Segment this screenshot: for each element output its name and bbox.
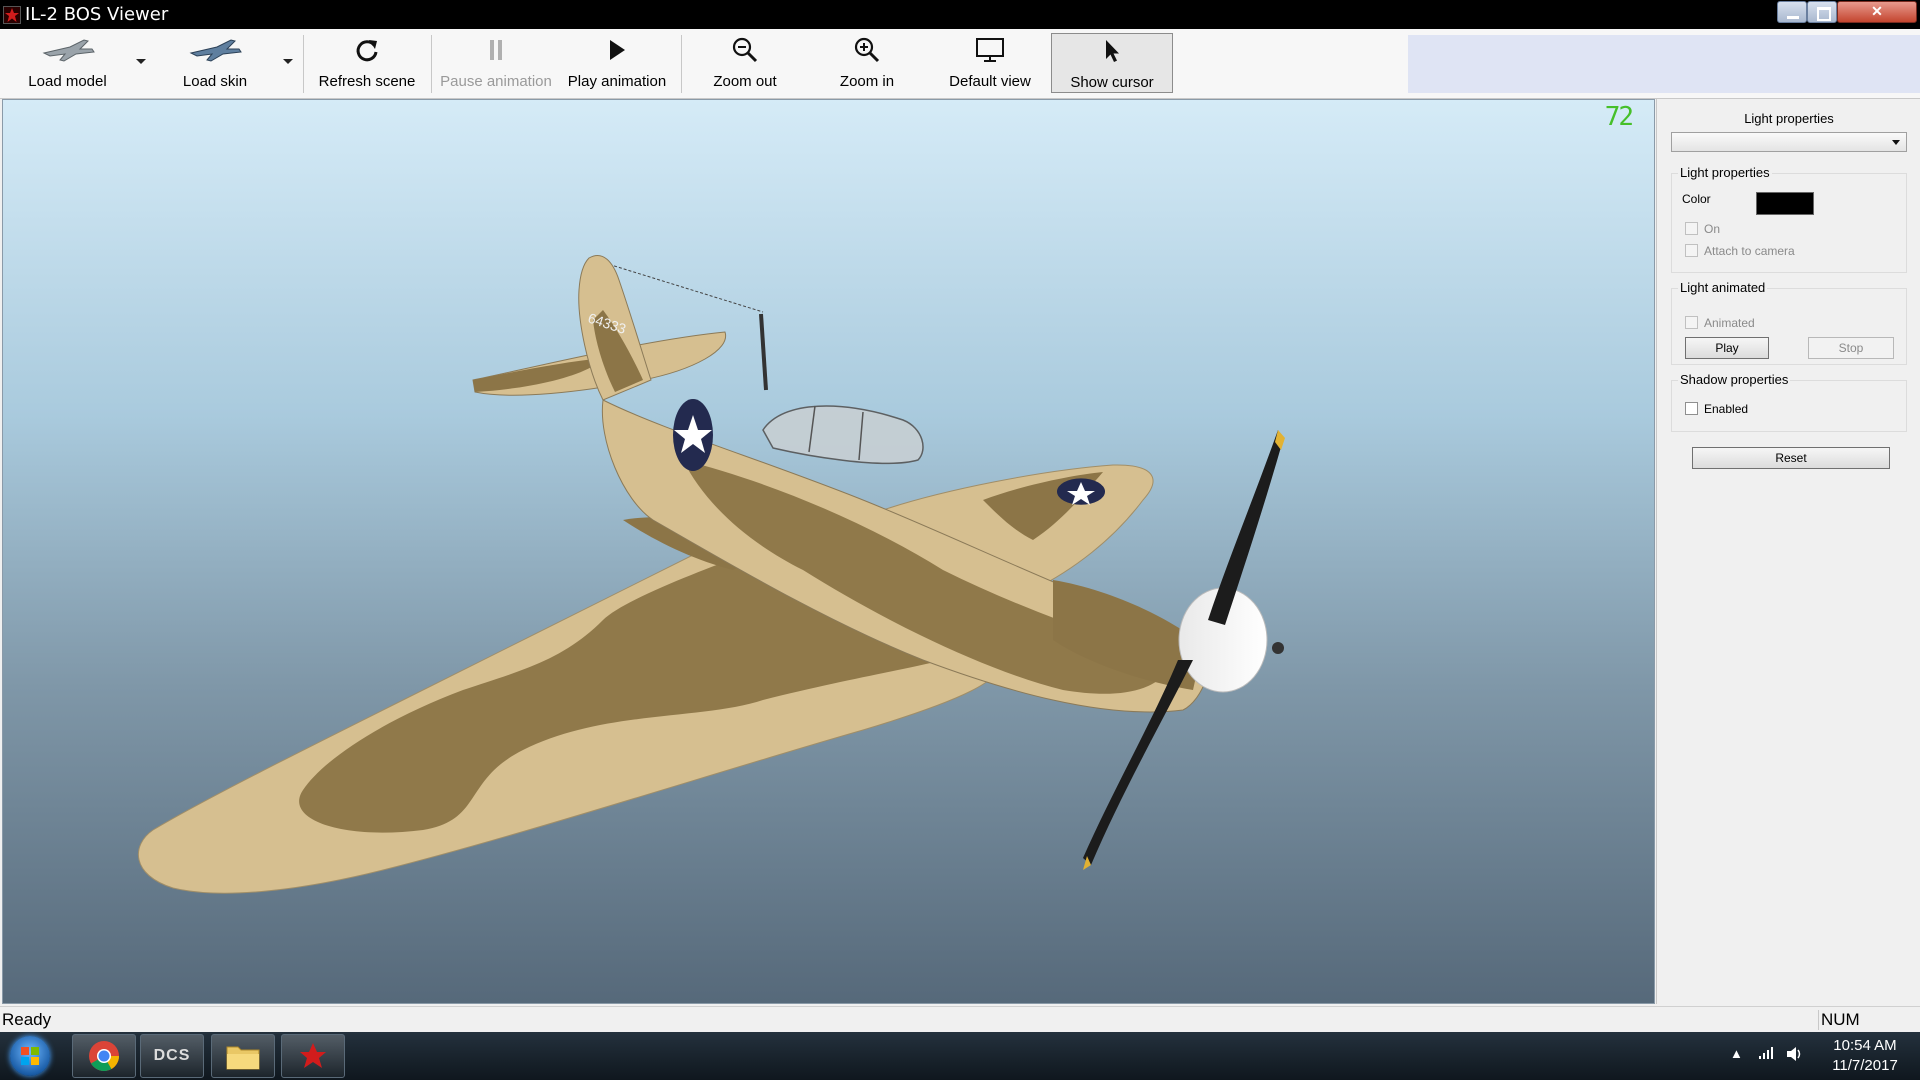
taskbar-explorer[interactable] <box>211 1034 275 1078</box>
pause-icon <box>436 37 556 63</box>
zoom-in-icon <box>816 37 918 63</box>
pause-animation-button[interactable]: Pause animation <box>436 33 556 93</box>
network-icon[interactable] <box>1758 1046 1774 1063</box>
attach-to-camera-checkbox[interactable] <box>1685 244 1698 257</box>
shadow-enabled-label: Enabled <box>1704 402 1749 416</box>
il2-icon <box>300 1043 326 1068</box>
app-icon <box>3 6 21 24</box>
title-bar: IL-2 BOS Viewer ✕ <box>0 0 1920 29</box>
taskbar-il2-viewer[interactable] <box>281 1034 345 1078</box>
load-model-button[interactable]: Load model <box>10 33 125 93</box>
num-lock-indicator: NUM <box>1818 1010 1920 1030</box>
play-animation-button[interactable]: Play animation <box>563 33 671 93</box>
show-cursor-label: Show cursor <box>1070 74 1154 91</box>
taskbar-dcs[interactable]: DCS <box>140 1034 204 1078</box>
dcs-icon: DCS <box>153 1047 191 1064</box>
chrome-icon <box>89 1041 119 1072</box>
maximize-button[interactable] <box>1807 1 1837 23</box>
light-select[interactable] <box>1671 132 1907 152</box>
close-icon: ✕ <box>1871 3 1883 19</box>
antenna-mast <box>759 313 768 391</box>
group-title: Light properties <box>1678 165 1772 180</box>
airplane-skin-icon <box>160 37 270 63</box>
load-model-label: Load model <box>28 73 107 90</box>
color-label: Color <box>1682 192 1711 206</box>
close-button[interactable]: ✕ <box>1837 1 1917 23</box>
taskbar-chrome[interactable] <box>72 1034 136 1078</box>
system-clock[interactable]: 10:54 AM 11/7/2017 <box>1820 1036 1910 1076</box>
show-cursor-button[interactable]: Show cursor <box>1051 33 1173 93</box>
load-model-dropdown-arrow[interactable] <box>136 59 146 64</box>
refresh-icon <box>313 37 421 63</box>
monitor-icon <box>938 37 1042 63</box>
toolbar-separator <box>431 35 432 93</box>
play-animation-label: Play animation <box>567 73 667 90</box>
group-title: Light animated <box>1678 280 1768 295</box>
refresh-scene-button[interactable]: Refresh scene <box>313 33 421 93</box>
zoom-in-label: Zoom in <box>839 73 895 90</box>
load-skin-button[interactable]: Load skin <box>160 33 270 93</box>
toolbar-separator <box>681 35 682 93</box>
folder-icon <box>226 1046 260 1070</box>
shadow-properties-group: Shadow properties Enabled <box>1671 372 1907 432</box>
color-swatch[interactable] <box>1756 192 1814 215</box>
clock-date: 11/7/2017 <box>1832 1057 1898 1074</box>
windows-logo-icon <box>21 1047 39 1065</box>
attach-to-camera-label: Attach to camera <box>1704 244 1795 258</box>
aircraft-model: 64333 <box>138 255 1285 894</box>
load-skin-label: Load skin <box>182 73 248 90</box>
stop-button[interactable]: Stop <box>1808 337 1894 359</box>
zoom-out-icon <box>694 37 796 63</box>
toolbar: Load model Load skin Refresh scene Pause… <box>0 29 1920 99</box>
toolbar-empty-area <box>1408 35 1920 93</box>
status-bar: Ready NUM <box>0 1006 1920 1033</box>
pause-animation-label: Pause animation <box>440 73 552 90</box>
shadow-enabled-checkbox[interactable] <box>1685 402 1698 415</box>
group-title: Shadow properties <box>1678 372 1791 387</box>
canopy <box>762 405 924 465</box>
zoom-out-label: Zoom out <box>713 73 777 90</box>
load-skin-dropdown-arrow[interactable] <box>283 59 293 64</box>
cursor-icon <box>1052 38 1172 64</box>
show-hidden-icons[interactable]: ▲ <box>1730 1046 1743 1061</box>
on-checkbox[interactable] <box>1685 222 1698 235</box>
zoom-out-button[interactable]: Zoom out <box>694 33 796 93</box>
taskbar: DCS ▲ 10:54 AM 11/7/2017 <box>0 1032 1920 1080</box>
clock-time: 10:54 AM <box>1833 1037 1897 1054</box>
3d-viewport[interactable]: 72 64333 <box>2 99 1655 1004</box>
play-button[interactable]: Play <box>1685 337 1769 359</box>
reset-button[interactable]: Reset <box>1692 447 1890 469</box>
airplane-model-icon <box>10 37 125 63</box>
light-properties-panel: Light properties Light properties Color … <box>1656 99 1920 1004</box>
spinner-tip <box>1272 642 1284 654</box>
volume-icon[interactable] <box>1786 1046 1804 1065</box>
toolbar-separator <box>303 35 304 93</box>
animated-label: Animated <box>1704 316 1755 330</box>
play-icon <box>563 37 671 63</box>
animated-checkbox[interactable] <box>1685 316 1698 329</box>
status-text: Ready <box>2 1010 52 1029</box>
default-view-label: Default view <box>949 73 1031 90</box>
on-label: On <box>1704 222 1721 236</box>
panel-title: Light properties <box>1744 111 1834 126</box>
zoom-in-button[interactable]: Zoom in <box>816 33 918 93</box>
refresh-scene-label: Refresh scene <box>318 73 416 90</box>
minimize-button[interactable] <box>1777 1 1807 23</box>
start-button[interactable] <box>10 1036 50 1076</box>
window-title: IL-2 BOS Viewer <box>25 4 169 25</box>
light-properties-group: Light properties Color On Attach to came… <box>1671 165 1907 273</box>
light-animated-group: Light animated Animated Play Stop <box>1671 280 1907 365</box>
default-view-button[interactable]: Default view <box>938 33 1042 93</box>
